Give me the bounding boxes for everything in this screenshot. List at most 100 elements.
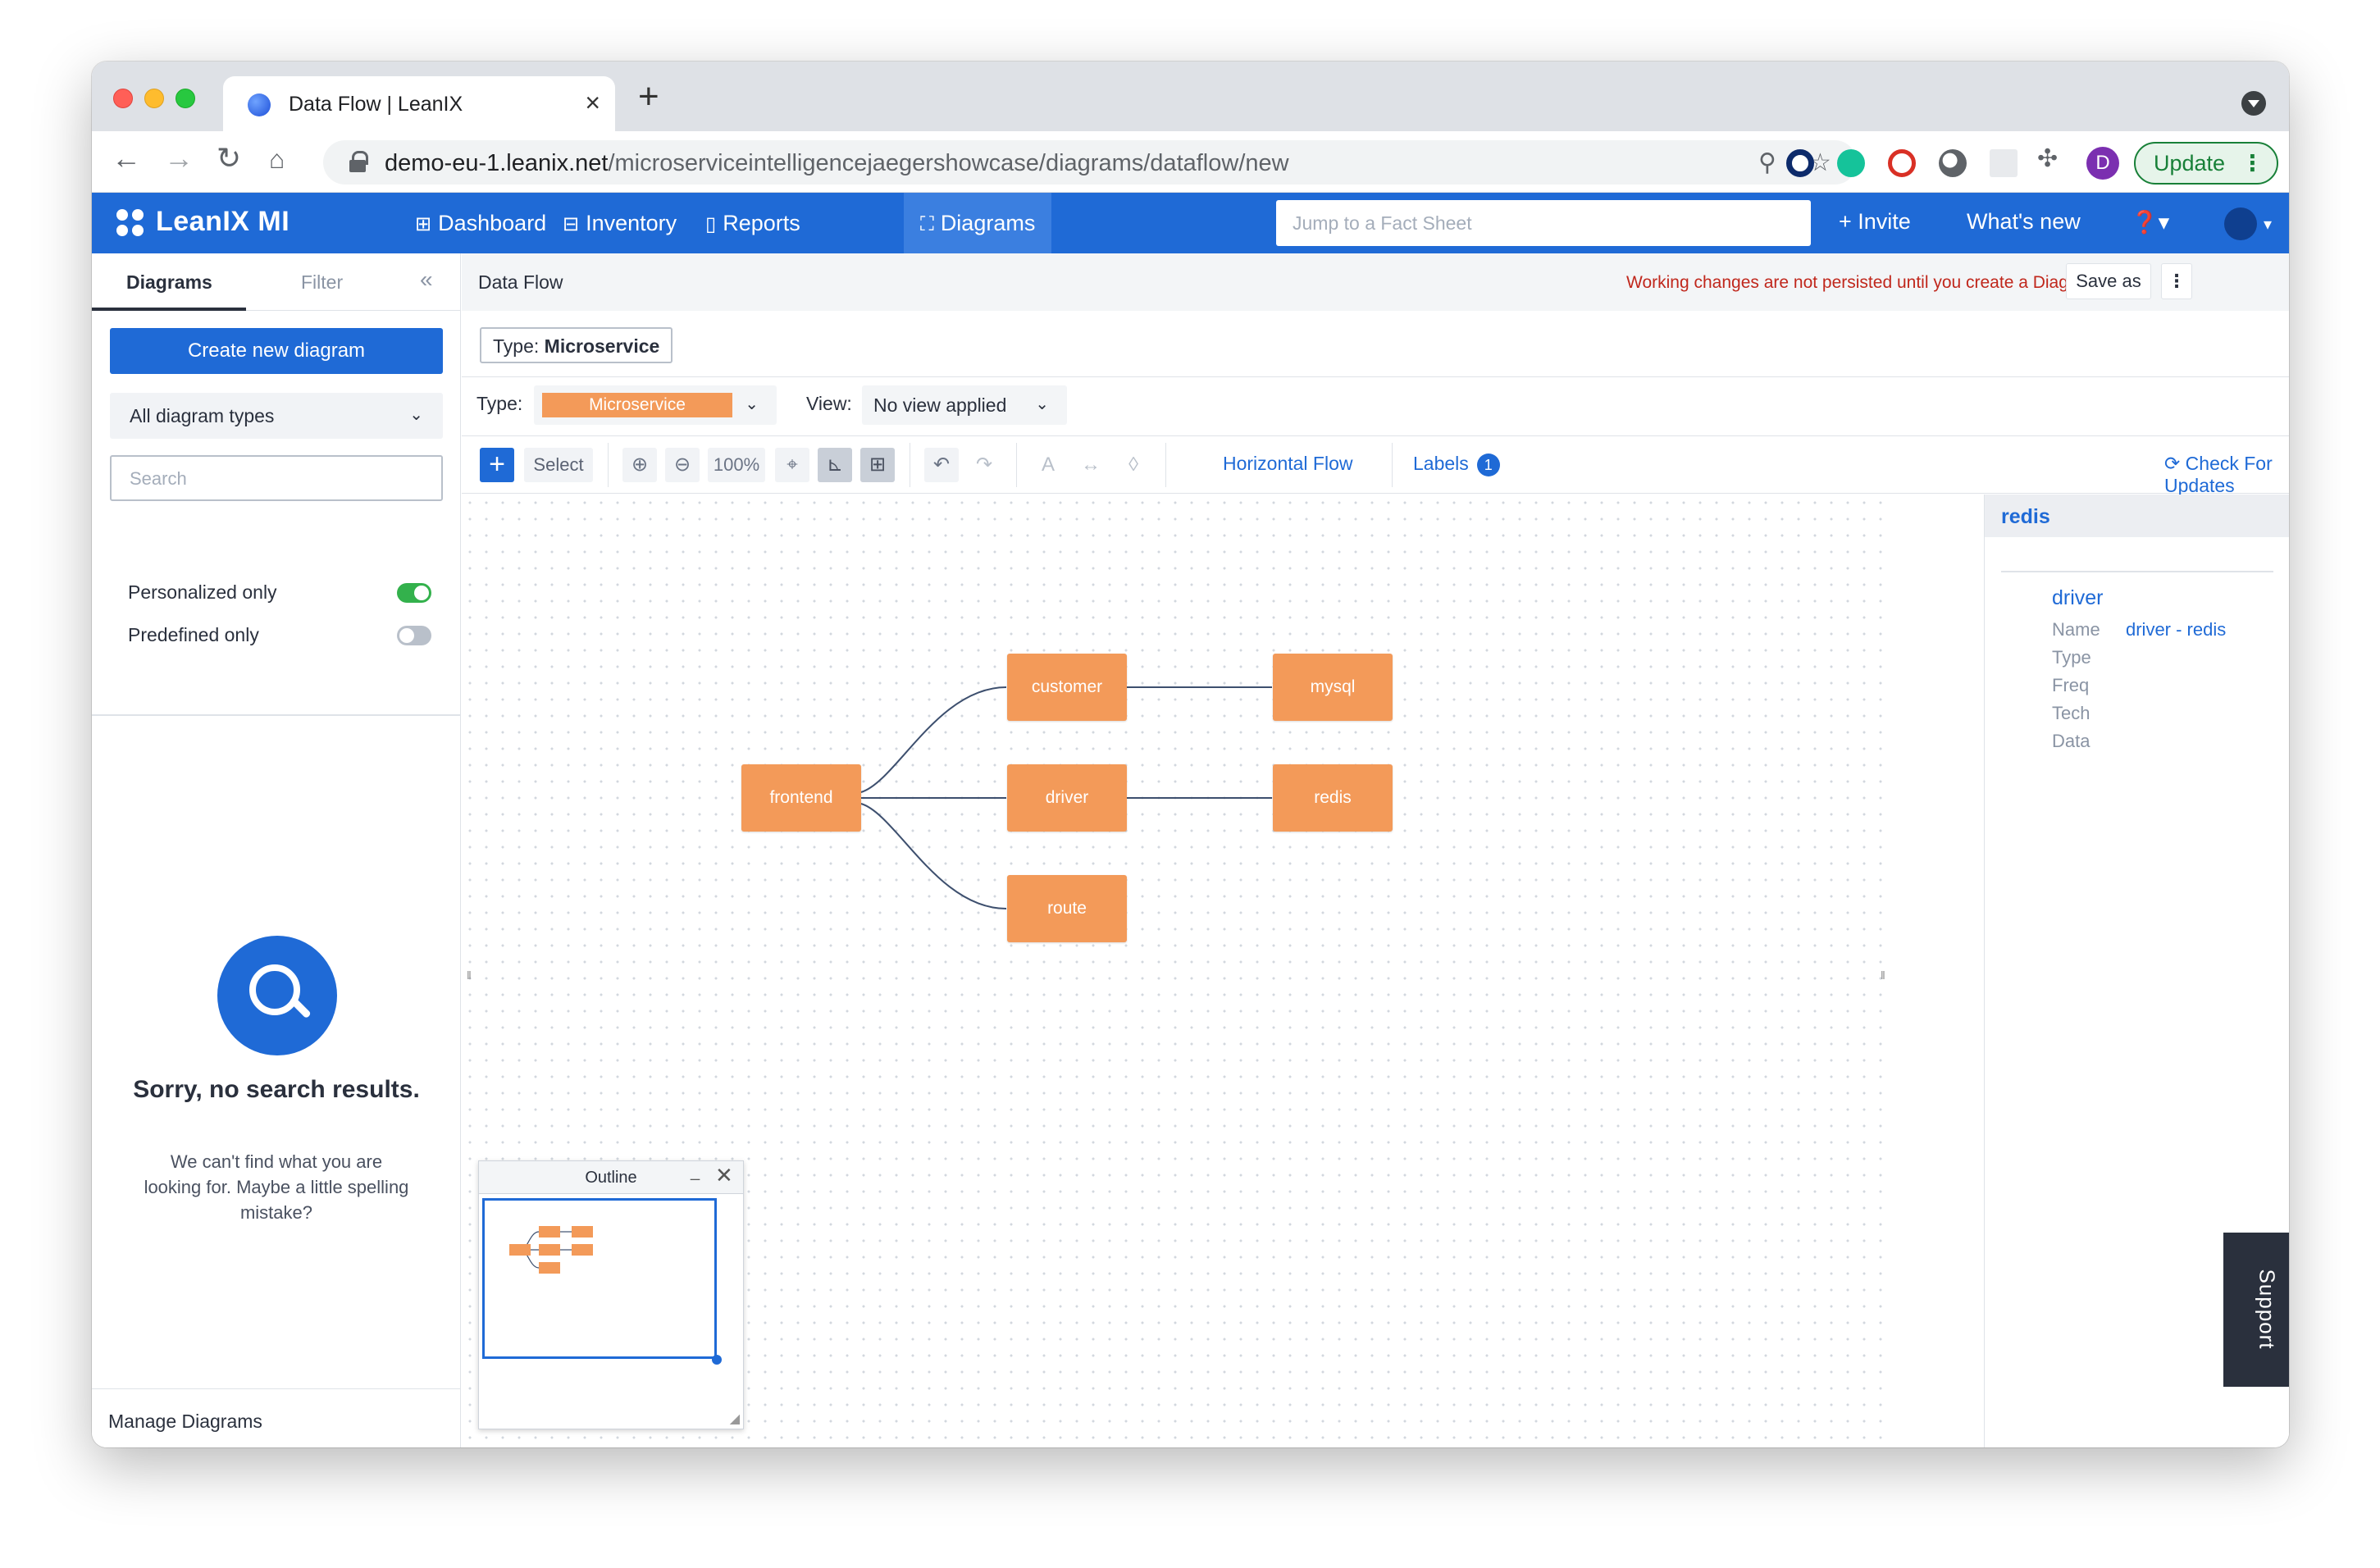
outline-node <box>509 1244 531 1256</box>
leanix-logo-icon[interactable] <box>116 209 144 237</box>
node-customer[interactable]: customer <box>1007 654 1127 721</box>
check-for-updates-button[interactable]: ⟳ Check For Updates <box>2164 453 2289 497</box>
empty-state-title: Sorry, no search results. <box>133 1076 420 1103</box>
forward-icon[interactable]: → <box>164 141 194 175</box>
sidebar-divider <box>92 714 461 716</box>
maximize-window-button[interactable] <box>176 89 195 108</box>
font-icon[interactable]: A <box>1031 448 1065 482</box>
jump-to-fact-sheet-input[interactable]: Jump to a Fact Sheet <box>1276 200 1811 246</box>
tab-diagrams[interactable]: Diagrams <box>126 271 212 294</box>
right-resize-handle[interactable]: ‖ <box>1881 969 1885 982</box>
new-tab-button[interactable]: + <box>638 76 659 117</box>
back-icon[interactable]: ← <box>112 141 141 175</box>
diagrams-icon: ⛶ <box>920 213 934 235</box>
add-element-button[interactable]: + <box>480 448 514 482</box>
panel-resize-grip-icon[interactable]: ◢ <box>730 1411 740 1427</box>
prop-label-type: Type <box>2052 647 2091 668</box>
diagram-search-input[interactable]: Search <box>110 455 443 501</box>
outline-viewport[interactable] <box>482 1198 717 1359</box>
outline-node <box>539 1244 560 1256</box>
address-bar[interactable]: demo-eu-1.leanix.net/microserviceintelli… <box>323 140 1857 185</box>
collapse-sidebar-icon[interactable]: « <box>420 267 433 293</box>
nav-reports[interactable]: ▯ Reports <box>689 193 817 253</box>
user-menu-chevron-icon[interactable]: ▾ <box>2264 214 2272 235</box>
labels-button[interactable]: Labels 1 <box>1413 453 1500 476</box>
undo-icon[interactable]: ↶ <box>924 448 959 482</box>
extension-red-icon[interactable] <box>1888 149 1916 177</box>
invite-button[interactable]: + Invite <box>1839 209 1911 235</box>
user-avatar-icon[interactable] <box>2224 207 2257 240</box>
save-as-button[interactable]: Save as <box>2066 263 2151 299</box>
zoom-icon[interactable]: ⚲ <box>1758 148 1776 177</box>
app-logo-text[interactable]: LeanIX MI <box>156 206 290 238</box>
extensions-puzzle-icon[interactable]: ✣ <box>2037 144 2058 173</box>
extension-grey-icon[interactable] <box>1939 149 1967 177</box>
resize-horizontal-icon[interactable]: ↔ <box>1074 448 1108 482</box>
view-select[interactable]: No view applied ⌄ <box>862 385 1067 425</box>
help-icon[interactable]: ❓▾ <box>2131 209 2169 235</box>
app-header: LeanIX MI ⊞ Dashboard ⊟ Inventory ▯ Reports… <box>92 193 2289 253</box>
diagram-workspace: Data Flow Working changes are not persis… <box>462 253 2289 1447</box>
selected-element-title: redis <box>1985 495 2289 537</box>
minimize-window-button[interactable] <box>144 89 164 108</box>
personalized-only-toggle[interactable] <box>397 583 431 603</box>
edge-frontend-route <box>860 803 1007 909</box>
grid-icon[interactable]: ⊞ <box>860 448 895 482</box>
nav-diagrams[interactable]: ⛶ Diagrams <box>904 193 1052 253</box>
close-window-button[interactable] <box>113 89 133 108</box>
left-resize-handle[interactable]: ‖ <box>467 969 472 982</box>
zoom-level-button[interactable]: 100% <box>708 448 765 482</box>
relation-source-link[interactable]: driver <box>2052 586 2104 610</box>
select-tool-button[interactable]: Select <box>524 448 593 482</box>
extension-circle-icon[interactable] <box>1786 149 1814 177</box>
fill-color-icon[interactable]: ◊ <box>1116 448 1151 482</box>
toolbar-separator <box>1016 443 1017 487</box>
zoom-in-icon[interactable]: ⊕ <box>622 448 657 482</box>
node-route[interactable]: route <box>1007 875 1127 942</box>
support-tab[interactable]: Support <box>2223 1233 2289 1387</box>
profile-avatar[interactable]: D <box>2086 147 2119 180</box>
close-icon[interactable]: ✕ <box>715 1163 733 1188</box>
browser-update-button[interactable]: Update ⋮ <box>2134 142 2278 185</box>
grid-icon: ⊞ <box>415 213 432 235</box>
nav-inventory[interactable]: ⊟ Inventory <box>546 193 693 253</box>
extension-page-icon[interactable] <box>1990 149 2018 177</box>
horizontal-flow-button[interactable]: Horizontal Flow <box>1223 453 1353 475</box>
node-frontend[interactable]: frontend <box>741 764 861 832</box>
home-icon[interactable]: ⌂ <box>269 144 285 175</box>
type-select[interactable]: Microservice ⌄ <box>534 385 777 425</box>
zoom-out-icon[interactable]: ⊖ <box>665 448 700 482</box>
node-redis[interactable]: redis <box>1273 764 1393 832</box>
refresh-icon: ⟳ <box>2164 453 2186 474</box>
create-new-diagram-button[interactable]: Create new diagram <box>110 328 443 374</box>
tab-filter[interactable]: Filter <box>301 271 343 294</box>
more-options-icon[interactable]: ⋮ <box>2161 263 2192 299</box>
type-filter-chip[interactable]: Type: Microservice <box>480 327 673 363</box>
diagram-canvas[interactable]: frontend customer driver route mysql red… <box>462 495 1889 1447</box>
redo-icon[interactable]: ↷ <box>967 448 1001 482</box>
node-mysql[interactable]: mysql <box>1273 654 1393 721</box>
predefined-only-toggle[interactable] <box>397 626 431 645</box>
outline-node <box>572 1226 593 1238</box>
node-driver[interactable]: driver <box>1007 764 1127 832</box>
whats-new-link[interactable]: What's new <box>1967 209 2081 235</box>
outline-resize-handle[interactable] <box>712 1355 722 1365</box>
manage-diagrams-link[interactable]: Manage Diagrams <box>92 1388 461 1447</box>
grammarly-extension-icon[interactable] <box>1837 149 1865 177</box>
minimize-icon[interactable]: _ <box>691 1163 700 1182</box>
url-text: demo-eu-1.leanix.net/microserviceintelli… <box>385 150 1289 176</box>
fit-center-icon[interactable]: ⌖ <box>775 448 809 482</box>
diagram-types-select[interactable]: All diagram types ⌄ <box>110 393 443 439</box>
outline-title: Outline <box>479 1161 743 1194</box>
prop-value-name[interactable]: driver - redis <box>2126 619 2226 640</box>
close-tab-icon[interactable]: × <box>585 88 600 118</box>
browser-menu-icon[interactable]: ⋮ <box>2241 144 2264 183</box>
reload-icon[interactable]: ↻ <box>217 141 241 175</box>
browser-toolbar: ← → ↻ ⌂ demo-eu-1.leanix.net/microservic… <box>92 131 2289 193</box>
diagram-title: Data Flow <box>478 271 563 293</box>
nav-dashboard[interactable]: ⊞ Dashboard <box>399 193 563 253</box>
ruler-icon[interactable]: ⊾ <box>818 448 852 482</box>
unsaved-warning: Working changes are not persisted until … <box>1626 273 2103 292</box>
browser-tab[interactable]: Data Flow | LeanIX × <box>223 76 615 131</box>
tab-search-icon[interactable] <box>2241 91 2266 116</box>
